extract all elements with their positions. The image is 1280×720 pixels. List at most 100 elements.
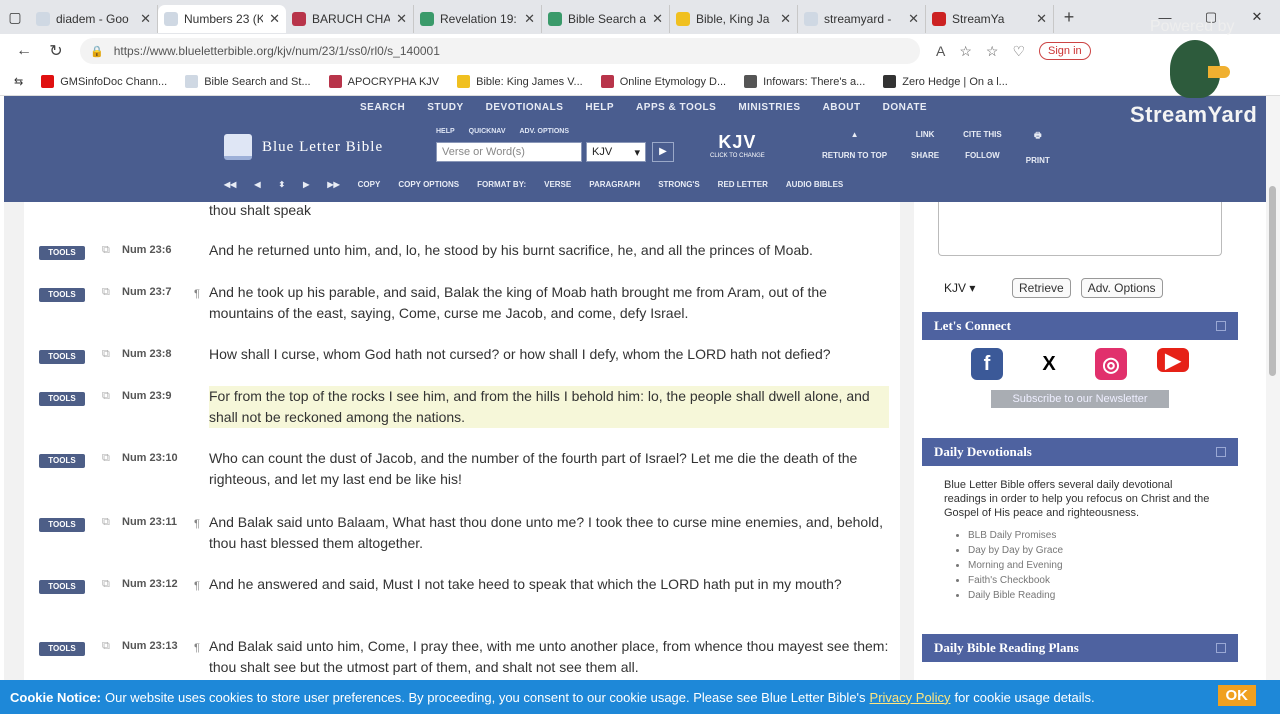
browser-tab[interactable]: diadem - Goo ✕: [30, 5, 158, 33]
blb-logo[interactable]: Blue Letter Bible: [224, 134, 383, 160]
close-tab-icon[interactable]: ✕: [908, 11, 919, 27]
copy-verse-icon[interactable]: ⧉: [102, 516, 110, 529]
bookmark-item[interactable]: APOCRYPHA KJV: [328, 75, 439, 88]
devotional-link[interactable]: Morning and Evening: [968, 558, 1216, 573]
first-chapter-icon[interactable]: ◀◀: [224, 180, 236, 189]
facebook-icon[interactable]: f: [971, 348, 1003, 380]
copy-verse-icon[interactable]: ⧉: [102, 390, 110, 403]
browser-tab[interactable]: Numbers 23 (K ✕: [158, 5, 286, 33]
audio-bibles-button[interactable]: AUDIO BIBLES: [786, 180, 843, 189]
search-link[interactable]: ADV. OPTIONS: [520, 128, 570, 135]
right-collapse-gutter[interactable]: [900, 202, 914, 680]
next-chapter-icon[interactable]: ▶: [303, 180, 309, 189]
bookmark-item[interactable]: GMSinfoDoc Chann...: [41, 75, 167, 88]
verse-reference[interactable]: Num 23:12: [122, 578, 178, 590]
new-tab-button[interactable]: +: [1054, 7, 1084, 28]
link-button[interactable]: LINK: [916, 130, 935, 139]
close-tab-icon[interactable]: ✕: [652, 11, 663, 27]
youtube-icon[interactable]: ▶: [1157, 348, 1189, 372]
tools-button[interactable]: TOOLS: [39, 350, 85, 364]
verse-reference[interactable]: Num 23:6: [122, 244, 172, 256]
browser-tab[interactable]: Bible Search a ✕: [542, 5, 670, 33]
search-link[interactable]: HELP: [436, 128, 455, 135]
follow-button[interactable]: FOLLOW: [965, 151, 1000, 160]
sign-in-button[interactable]: Sign in: [1039, 42, 1091, 60]
tools-button[interactable]: TOOLS: [39, 580, 85, 594]
close-tab-icon[interactable]: ✕: [1036, 11, 1047, 27]
left-collapse-gutter[interactable]: [4, 202, 24, 680]
back-icon[interactable]: ←: [8, 42, 40, 60]
collapse-icon[interactable]: [1216, 643, 1226, 653]
page-scrollbar[interactable]: [1266, 96, 1280, 680]
top-menu-item[interactable]: HELP: [585, 102, 614, 113]
search-link[interactable]: QUICKNAV: [469, 128, 506, 135]
browser-tab[interactable]: StreamYa ✕: [926, 5, 1054, 33]
copy-verse-icon[interactable]: ⧉: [102, 348, 110, 361]
tools-button[interactable]: TOOLS: [39, 518, 85, 532]
verse-reference[interactable]: Num 23:11: [122, 516, 177, 528]
paragraph-format-toggle[interactable]: PARAGRAPH: [589, 180, 640, 189]
reload-icon[interactable]: ↻: [40, 41, 72, 61]
copy-verse-icon[interactable]: ⧉: [102, 452, 110, 465]
top-menu-item[interactable]: STUDY: [427, 102, 463, 113]
verse-reference[interactable]: Num 23:9: [122, 390, 172, 402]
close-tab-icon[interactable]: ✕: [396, 11, 407, 27]
sidebar-version-select[interactable]: KJV ▾: [938, 279, 1002, 297]
top-menu-item[interactable]: DONATE: [883, 102, 927, 113]
url-field[interactable]: 🔒 https://www.blueletterbible.org/kjv/nu…: [80, 38, 920, 64]
verse-reference[interactable]: Num 23:10: [122, 452, 178, 464]
devotionals-panel-header[interactable]: Daily Devotionals: [922, 438, 1238, 466]
close-tab-icon[interactable]: ✕: [140, 11, 151, 27]
bookmark-item[interactable]: Zero Hedge | On a l...: [883, 75, 1008, 88]
close-tab-icon[interactable]: ✕: [780, 11, 791, 27]
kjv-change-button[interactable]: KJV CLICK TO CHANGE: [710, 132, 765, 159]
bookmark-item[interactable]: Bible Search and St...: [185, 75, 311, 88]
verse-search-input[interactable]: Verse or Word(s): [436, 142, 582, 162]
newsletter-button[interactable]: Subscribe to our Newsletter: [991, 390, 1169, 408]
tools-button[interactable]: TOOLS: [39, 642, 85, 656]
top-menu-item[interactable]: MINISTRIES: [738, 102, 800, 113]
search-go-button[interactable]: ▶: [652, 142, 674, 162]
prev-chapter-icon[interactable]: ◀: [254, 180, 260, 189]
top-menu-item[interactable]: SEARCH: [360, 102, 405, 113]
devotional-link[interactable]: Daily Bible Reading: [968, 588, 1216, 603]
copy-verse-icon[interactable]: ⧉: [102, 578, 110, 591]
bookmark-item[interactable]: Infowars: There's a...: [744, 75, 865, 88]
verse-reference[interactable]: Num 23:7: [122, 286, 172, 298]
browser-tab[interactable]: BARUCH CHAI ✕: [286, 5, 414, 33]
collections-icon[interactable]: ☆: [986, 43, 999, 60]
top-menu-item[interactable]: ABOUT: [823, 102, 861, 113]
collapse-icon[interactable]: [1216, 321, 1226, 331]
devotional-link[interactable]: BLB Daily Promises: [968, 528, 1216, 543]
cite-button[interactable]: CITE THIS: [963, 130, 1002, 139]
browser-tab[interactable]: Bible, King Ja ✕: [670, 5, 798, 33]
top-menu-item[interactable]: APPS & TOOLS: [636, 102, 716, 113]
bookmark-item[interactable]: Bible: King James V...: [457, 75, 583, 88]
connect-panel-header[interactable]: Let's Connect: [922, 312, 1238, 340]
version-select[interactable]: KJV ▾: [586, 142, 646, 162]
collapse-icon[interactable]: [1216, 447, 1226, 457]
devotional-link[interactable]: Faith's Checkbook: [968, 573, 1216, 588]
tools-button[interactable]: TOOLS: [39, 288, 85, 302]
copy-options-button[interactable]: COPY OPTIONS: [398, 180, 459, 189]
share-button[interactable]: SHARE: [911, 151, 939, 160]
browser-tab[interactable]: Revelation 19: ✕: [414, 5, 542, 33]
verse-reference[interactable]: Num 23:13: [122, 640, 178, 652]
sidebar-search-textarea[interactable]: [938, 202, 1222, 256]
tools-button[interactable]: TOOLS: [39, 246, 85, 260]
devotional-link[interactable]: Day by Day by Grace: [968, 543, 1216, 558]
read-aloud-icon[interactable]: A: [936, 43, 945, 59]
last-chapter-icon[interactable]: ▶▶: [327, 180, 339, 189]
print-button[interactable]: 🖶 PRINT: [1026, 130, 1050, 165]
adv-options-button[interactable]: Adv. Options: [1080, 278, 1163, 298]
return-to-top-button[interactable]: ▲ RETURN TO TOP: [822, 130, 887, 165]
verse-reference[interactable]: Num 23:8: [122, 348, 172, 360]
favorite-star-icon[interactable]: ☆: [959, 43, 972, 60]
top-menu-item[interactable]: DEVOTIONALS: [486, 102, 564, 113]
retrieve-button[interactable]: Retrieve: [1012, 278, 1071, 298]
tab-actions-icon[interactable]: ▢: [0, 0, 30, 34]
browser-tab[interactable]: streamyard - ✕: [798, 5, 926, 33]
copy-verse-icon[interactable]: ⧉: [102, 640, 110, 653]
bookmark-menu-icon[interactable]: ⇆: [14, 75, 23, 88]
chapter-list-icon[interactable]: ⬍: [278, 180, 285, 189]
